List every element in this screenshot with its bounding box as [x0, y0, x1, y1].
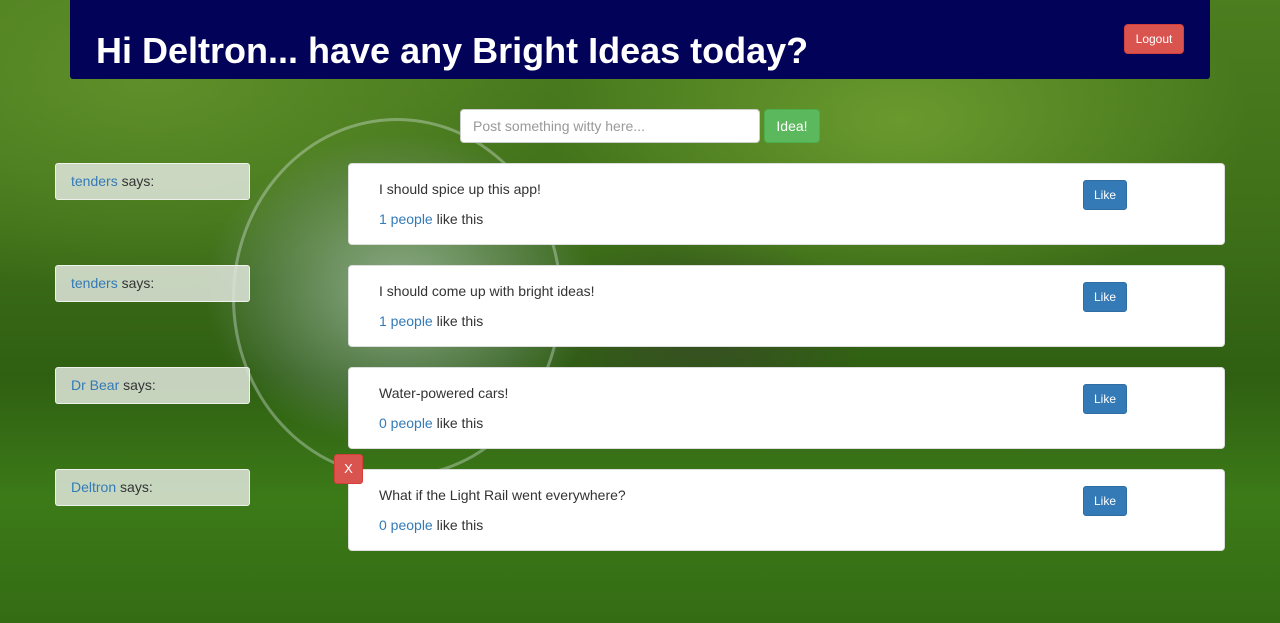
likes-count-link[interactable]: 0 people — [379, 415, 433, 431]
logout-button[interactable]: Logout — [1124, 24, 1184, 54]
author-link[interactable]: Deltron — [71, 479, 116, 495]
idea-input[interactable] — [460, 109, 760, 143]
author-box: tenders says: — [55, 265, 250, 302]
like-button[interactable]: Like — [1083, 282, 1127, 312]
says-label: says: — [120, 479, 153, 495]
author-box: tenders says: — [55, 163, 250, 200]
idea-card: What if the Light Rail went everywhere? … — [348, 469, 1225, 551]
author-link[interactable]: Dr Bear — [71, 377, 119, 393]
idea-text: I should come up with bright ideas! — [379, 283, 595, 299]
says-label: says: — [123, 377, 156, 393]
likes-line: 0 people like this — [379, 517, 483, 533]
likes-line: 1 people like this — [379, 211, 483, 227]
author-box: Dr Bear says: — [55, 367, 250, 404]
likes-line: 0 people like this — [379, 415, 483, 431]
idea-card: I should spice up this app! 1 people lik… — [348, 163, 1225, 245]
says-label: says: — [121, 275, 155, 291]
like-button[interactable]: Like — [1083, 384, 1127, 414]
idea-card: Water-powered cars! 0 people like this L… — [348, 367, 1225, 449]
idea-text: Water-powered cars! — [379, 385, 509, 401]
likes-line: 1 people like this — [379, 313, 483, 329]
likes-suffix: like this — [436, 415, 484, 431]
submit-idea-button[interactable]: Idea! — [764, 109, 820, 143]
likes-suffix: like this — [436, 517, 484, 533]
like-button[interactable]: Like — [1083, 180, 1127, 210]
says-label: says: — [121, 173, 155, 189]
idea-card: I should come up with bright ideas! 1 pe… — [348, 265, 1225, 347]
likes-count-link[interactable]: 1 people — [379, 313, 433, 329]
page-title: Hi Deltron... have any Bright Ideas toda… — [96, 30, 809, 71]
author-link[interactable]: tenders — [71, 173, 118, 189]
likes-count-link[interactable]: 0 people — [379, 517, 433, 533]
likes-suffix: like this — [436, 313, 484, 329]
likes-count-link[interactable]: 1 people — [379, 211, 433, 227]
page-header: Hi Deltron... have any Bright Ideas toda… — [70, 0, 1210, 79]
delete-idea-button[interactable]: X — [334, 454, 363, 484]
idea-text: I should spice up this app! — [379, 181, 541, 197]
likes-suffix: like this — [436, 211, 484, 227]
idea-text: What if the Light Rail went everywhere? — [379, 487, 626, 503]
author-box: Deltron says: — [55, 469, 250, 506]
author-link[interactable]: tenders — [71, 275, 118, 291]
like-button[interactable]: Like — [1083, 486, 1127, 516]
